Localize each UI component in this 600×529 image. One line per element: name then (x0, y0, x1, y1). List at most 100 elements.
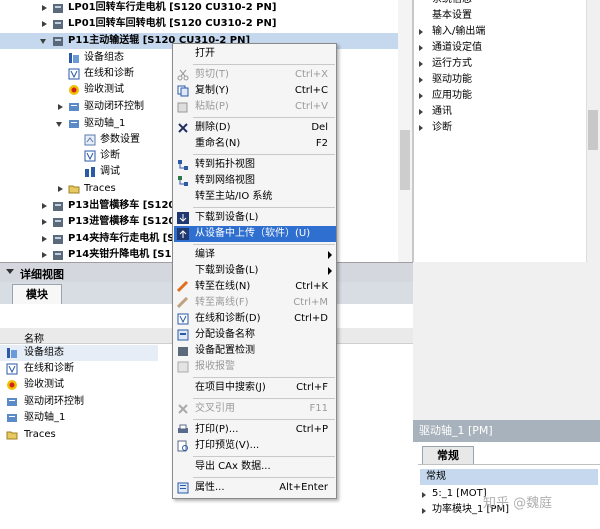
expand-arrow-icon[interactable] (419, 45, 423, 51)
device-detect-icon (177, 345, 189, 357)
detail-row-online-diag[interactable]: 在线和诊断 (0, 361, 158, 377)
tree-item-label: 验收测试 (84, 84, 124, 95)
prop-item-motor[interactable]: 5:_1 [MOT] (432, 486, 487, 502)
menu-item-cross-ref[interactable]: 交叉引用 F11 (174, 401, 336, 417)
diagnostics-icon (84, 150, 96, 162)
menu-item-delete[interactable]: 删除(D) Del (174, 120, 336, 136)
detail-row-acceptance[interactable]: 验收测试 (0, 377, 158, 393)
submenu-arrow-icon (328, 267, 332, 275)
tree-item-lp01-travel[interactable]: LP01回转车行走电机 [S120 CU310-2 PN] (0, 0, 398, 16)
menu-item-rename[interactable]: 重命名(N) F2 (174, 136, 336, 152)
nav-item-operating-mode[interactable]: 运行方式 (432, 56, 472, 72)
go-online-icon (176, 280, 189, 293)
tab-general[interactable]: 常规 (422, 446, 474, 464)
tree-item-label: 参数设置 (100, 134, 140, 145)
drive-axis-icon (68, 118, 80, 130)
drive-control-icon (6, 396, 18, 408)
menu-item-search[interactable]: 在项目中搜索(J) Ctrl+F (174, 380, 336, 396)
tree-item-label: LP01回转车行走电机 [S120 CU310-2 PN] (68, 2, 277, 13)
expand-arrow-icon[interactable] (42, 203, 47, 209)
expand-arrow-icon[interactable] (419, 61, 423, 67)
properties-empty-area (413, 262, 600, 420)
tab-modules[interactable]: 模块 (12, 284, 62, 304)
tree-item-label: 设备组态 (84, 52, 124, 63)
detail-row-label: 驱动闭环控制 (24, 396, 84, 407)
nav-item-basic-settings[interactable]: 基本设置 (432, 8, 472, 24)
nav-scrollbar-thumb[interactable] (588, 110, 598, 150)
menu-item-open[interactable]: 打开 (174, 46, 336, 62)
expand-arrow-icon[interactable] (42, 219, 47, 225)
menu-item-properties[interactable]: 属性... Alt+Enter (174, 480, 336, 496)
detail-row-traces[interactable]: Traces (0, 427, 158, 443)
tree-scrollbar-thumb[interactable] (400, 130, 410, 190)
expand-arrow-icon[interactable] (42, 5, 47, 11)
expand-arrow-icon[interactable] (58, 186, 63, 192)
detail-row-drive-axis[interactable]: 驱动轴_1 (0, 410, 158, 426)
expand-arrow-icon[interactable] (42, 252, 47, 258)
menu-item-print-preview[interactable]: 打印预览(V)... (174, 438, 336, 454)
tree-item-label: 诊断 (100, 150, 120, 161)
collapse-arrow-icon[interactable] (40, 39, 46, 44)
menu-item-download-sub[interactable]: 下载到设备(L) (174, 263, 336, 279)
nav-item-drive-functions[interactable]: 驱动功能 (432, 72, 472, 88)
menu-item-export-cax[interactable]: 导出 CAx 数据... (174, 459, 336, 475)
menu-item-print[interactable]: 打印(P)... Ctrl+P (174, 422, 336, 438)
menu-item-topology-view[interactable]: 转到拓扑视图 (174, 157, 336, 173)
nav-item-channel-setpoint[interactable]: 通道设定值 (432, 40, 482, 56)
menu-item-master-io[interactable]: 转至主站/IO 系统 (174, 189, 336, 205)
collapse-arrow-icon[interactable] (56, 122, 62, 127)
prop-item-general[interactable]: 常规 (420, 469, 598, 485)
expand-arrow-icon[interactable] (422, 492, 426, 498)
nav-item-system-info[interactable]: 系统信息 (432, 0, 472, 8)
properties-icon (177, 482, 189, 494)
drive-device-icon (52, 216, 64, 228)
delete-icon (177, 122, 189, 134)
upload-icon (177, 228, 189, 240)
menu-item-cut[interactable]: 剪切(T) Ctrl+X (174, 67, 336, 83)
watermark: 知乎 @魏庭 (483, 496, 553, 511)
expand-arrow-icon[interactable] (422, 508, 426, 514)
expand-arrow-icon[interactable] (419, 93, 423, 99)
detail-row-label: 驱动轴_1 (24, 412, 66, 423)
menu-item-go-online[interactable]: 转至在线(N) Ctrl+K (174, 279, 336, 295)
expand-arrow-icon[interactable] (58, 104, 63, 110)
network-view-icon (177, 175, 189, 187)
menu-item-copy[interactable]: 复制(Y) Ctrl+C (174, 83, 336, 99)
menu-item-alarms[interactable]: 报收报警 (174, 359, 336, 375)
tree-item-label: P14夹钳升降电机 [S1 (68, 249, 172, 260)
column-name-label: 名称 (24, 334, 44, 345)
detail-row-device-config[interactable]: 设备组态 (0, 345, 158, 361)
menu-item-upload[interactable]: 从设备中上传（软件）(U) (174, 226, 336, 242)
tree-item-label: 在线和诊断 (84, 68, 134, 79)
nav-item-communication[interactable]: 通讯 (432, 104, 452, 120)
menu-item-network-view[interactable]: 转到网络视图 (174, 173, 336, 189)
drive-device-icon (52, 200, 64, 212)
menu-item-paste[interactable]: 粘贴(P) Ctrl+V (174, 99, 336, 115)
print-preview-icon (177, 440, 189, 452)
menu-item-go-offline[interactable]: 转至离线(F) Ctrl+M (174, 295, 336, 311)
tree-item-lp01-rotate[interactable]: LP01回转车回转电机 [S120 CU310-2 PN] (0, 16, 398, 32)
online-diagnostics-icon (68, 68, 80, 80)
menu-item-assign-name[interactable]: 分配设备名称 (174, 327, 336, 343)
expand-arrow-icon[interactable] (42, 236, 47, 242)
detail-row-drive-control[interactable]: 驱动闭环控制 (0, 394, 158, 410)
expand-arrow-icon[interactable] (419, 77, 423, 83)
menu-item-download[interactable]: 下载到设备(L) (174, 210, 336, 226)
cut-icon (177, 69, 189, 81)
settings-nav: 系统信息 基本设置 输入/输出端 通道设定值 运行方式 驱动功能 应用功能 通讯… (413, 0, 586, 262)
expand-arrow-icon[interactable] (419, 109, 423, 115)
menu-item-compile[interactable]: 编译 (174, 247, 336, 263)
expand-arrow-icon[interactable] (42, 21, 47, 27)
nav-item-diagnostics[interactable]: 诊断 (432, 120, 452, 136)
collapse-arrow-icon[interactable] (6, 269, 14, 274)
paste-icon (177, 101, 189, 113)
menu-item-device-detect[interactable]: 设备配置检测 (174, 343, 336, 359)
tree-item-label: P13出管横移车 [S120 (68, 200, 176, 211)
expand-arrow-icon[interactable] (419, 125, 423, 131)
expand-arrow-icon[interactable] (419, 29, 423, 35)
nav-item-app-functions[interactable]: 应用功能 (432, 88, 472, 104)
nav-item-io[interactable]: 输入/输出端 (432, 24, 485, 40)
drive-axis-icon (6, 412, 18, 424)
menu-item-online-diag[interactable]: 在线和诊断(D) Ctrl+D (174, 311, 336, 327)
submenu-arrow-icon (328, 251, 332, 259)
